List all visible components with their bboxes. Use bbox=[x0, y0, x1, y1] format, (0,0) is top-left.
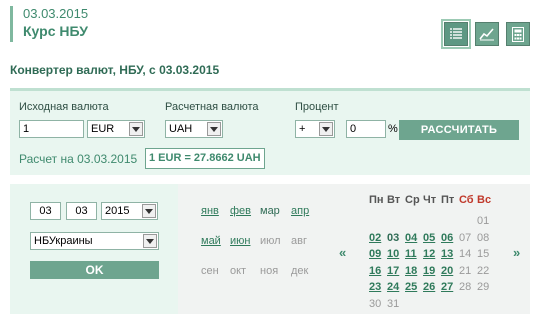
calendar-day[interactable]: 02 bbox=[369, 232, 383, 244]
calendar-day: 07 bbox=[459, 231, 472, 244]
month-jul: июл bbox=[260, 235, 281, 247]
year-value: 2015 bbox=[105, 205, 130, 217]
month-sep: сен bbox=[201, 265, 219, 277]
rate-source-select[interactable]: НБУкраины bbox=[30, 232, 159, 250]
source-currency-select[interactable]: EUR bbox=[87, 120, 145, 138]
calendar-day: 14 bbox=[459, 248, 472, 260]
month-dec: дек bbox=[291, 265, 309, 277]
sign-select[interactable]: + bbox=[295, 120, 335, 138]
target-currency-label: Расчетная валюта bbox=[165, 101, 259, 113]
sign-value: + bbox=[299, 123, 306, 135]
month-input[interactable]: 03 bbox=[66, 202, 97, 220]
chevron-down-icon[interactable] bbox=[207, 122, 221, 136]
chart-icon[interactable] bbox=[475, 22, 499, 46]
calendar-day[interactable]: 13 bbox=[441, 248, 455, 260]
weekday-header: Вт bbox=[387, 194, 401, 206]
calendar-day: 03 bbox=[387, 231, 400, 244]
rate-source-value: НБУкраины bbox=[34, 235, 93, 247]
calendar-day[interactable]: 26 bbox=[423, 281, 437, 293]
calculate-button[interactable]: РАССЧИТАТЬ bbox=[399, 120, 519, 140]
month-jun[interactable]: июн bbox=[230, 235, 250, 247]
weekday-header: Пн bbox=[369, 194, 384, 206]
calendar-day: 28 bbox=[459, 281, 472, 293]
day-input[interactable]: 03 bbox=[30, 202, 61, 220]
calendar-day: 01 bbox=[477, 215, 490, 227]
calendar-day[interactable]: 04 bbox=[405, 232, 419, 244]
calendar-day[interactable]: 05 bbox=[423, 232, 437, 244]
converter-panel: Исходная валюта Расчетная валюта Процент… bbox=[10, 88, 530, 175]
month-jan[interactable]: янв bbox=[201, 205, 219, 217]
calendar-day[interactable]: 17 bbox=[387, 265, 401, 277]
weekday-header: Вс bbox=[477, 194, 492, 206]
calendar-day: 08 bbox=[477, 231, 490, 244]
view-switcher bbox=[441, 19, 530, 49]
calculator-icon[interactable] bbox=[506, 22, 530, 46]
amount-input[interactable]: 1 bbox=[19, 120, 84, 138]
calendar-day[interactable]: 25 bbox=[405, 281, 419, 293]
conversion-result: 1 EUR = 27.8662 UAH bbox=[145, 148, 265, 169]
calendar-day[interactable]: 24 bbox=[387, 281, 401, 293]
percent-input[interactable]: 0 bbox=[346, 120, 386, 138]
month-apr[interactable]: апр bbox=[291, 205, 309, 217]
next-month-button[interactable]: » bbox=[513, 245, 520, 260]
source-currency-value: EUR bbox=[91, 123, 115, 135]
month-may[interactable]: май bbox=[201, 235, 221, 247]
weekday-header: Чт bbox=[423, 194, 437, 206]
calendar-day[interactable]: 10 bbox=[387, 248, 401, 260]
calendar-day[interactable]: 09 bbox=[369, 248, 383, 260]
calendar-day: 30 bbox=[369, 297, 382, 310]
list-icon[interactable] bbox=[441, 19, 471, 49]
weekday-header: Пт bbox=[441, 194, 455, 206]
month-nov: ноя bbox=[260, 265, 279, 277]
calendar-day: 22 bbox=[477, 264, 490, 277]
date-selection-area: 03 03 2015 НБУкраины OK янв фев мар апр … bbox=[10, 184, 530, 314]
chevron-down-icon[interactable] bbox=[319, 122, 333, 136]
calendar-day: 29 bbox=[477, 281, 490, 293]
year-select[interactable]: 2015 bbox=[101, 202, 158, 220]
calendar-day[interactable]: 18 bbox=[405, 265, 419, 277]
percent-sign: % bbox=[388, 123, 398, 135]
calendar-day[interactable]: 19 bbox=[423, 265, 437, 277]
prev-month-button[interactable]: « bbox=[339, 245, 346, 260]
calendar-panel: « » Пн Вт Ср Чт Пт Сб Вс 01 02 03 04 05 06 07 08 09 10 11… bbox=[335, 184, 530, 314]
calendar-day[interactable]: 12 bbox=[423, 248, 437, 260]
chevron-down-icon[interactable] bbox=[142, 204, 156, 218]
target-currency-select[interactable]: UAH bbox=[165, 120, 223, 138]
calendar-day[interactable]: 06 bbox=[441, 232, 455, 244]
calendar-day: 31 bbox=[387, 297, 400, 310]
weekday-header: Ср bbox=[405, 194, 420, 206]
weekday-header: Сб bbox=[459, 194, 474, 206]
month-selector: янв фев мар апр май июн июл авг сен окт … bbox=[181, 184, 332, 314]
calendar-day: 15 bbox=[477, 248, 490, 260]
chevron-down-icon[interactable] bbox=[143, 234, 157, 248]
month-feb[interactable]: фев bbox=[230, 205, 251, 217]
percent-label: Процент bbox=[295, 101, 339, 113]
calculation-date: Расчет на 03.03.2015 bbox=[19, 152, 138, 166]
calendar-day[interactable]: 11 bbox=[405, 248, 419, 260]
source-currency-label: Исходная валюта bbox=[19, 101, 109, 113]
target-currency-value: UAH bbox=[169, 123, 193, 135]
chevron-down-icon[interactable] bbox=[129, 122, 143, 136]
calendar-day[interactable]: 27 bbox=[441, 281, 455, 293]
header-date: 03.03.2015 bbox=[23, 6, 89, 21]
page-header: 03.03.2015 Курс НБУ bbox=[10, 6, 88, 42]
converter-title: Конвертер валют, НБУ, с 03.03.2015 bbox=[10, 63, 220, 77]
calendar-day[interactable]: 23 bbox=[369, 281, 383, 293]
page-title: Курс НБУ bbox=[23, 23, 88, 39]
month-oct: окт bbox=[230, 265, 247, 277]
month-mar: мар bbox=[260, 205, 280, 217]
calendar-day: 21 bbox=[459, 264, 472, 277]
calendar-day[interactable]: 16 bbox=[369, 265, 383, 277]
calendar-day[interactable]: 20 bbox=[441, 265, 455, 277]
date-picker-panel: 03 03 2015 НБУкраины OK bbox=[10, 184, 178, 314]
ok-button[interactable]: OK bbox=[30, 261, 159, 279]
month-aug: авг bbox=[291, 235, 307, 247]
